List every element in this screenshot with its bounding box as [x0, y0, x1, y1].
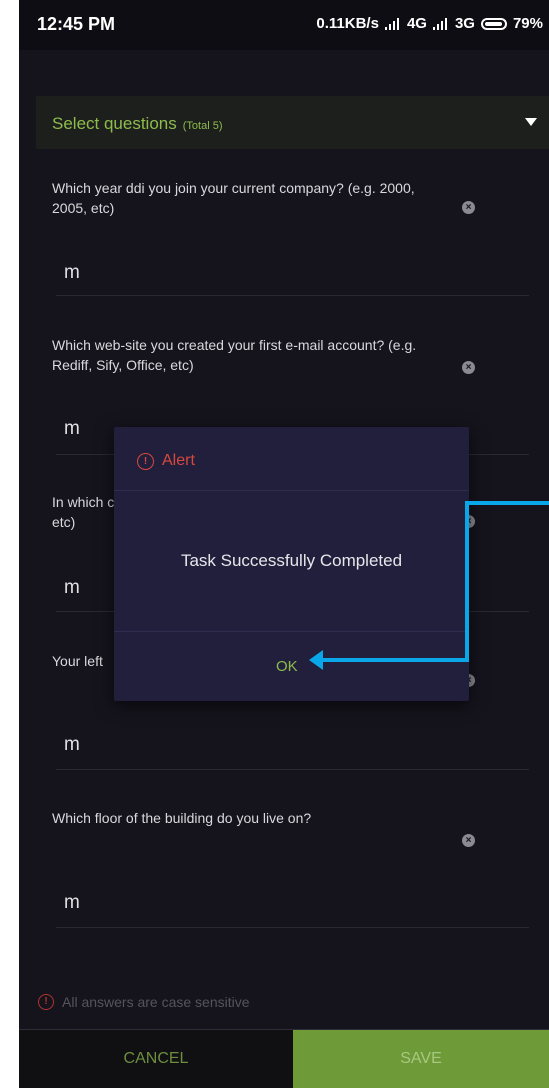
phone-screen: 12:45 PM 0.11KB/s 4G 3G 79% Select quest… — [19, 0, 549, 1088]
annotation-arrow-icon — [309, 501, 549, 670]
